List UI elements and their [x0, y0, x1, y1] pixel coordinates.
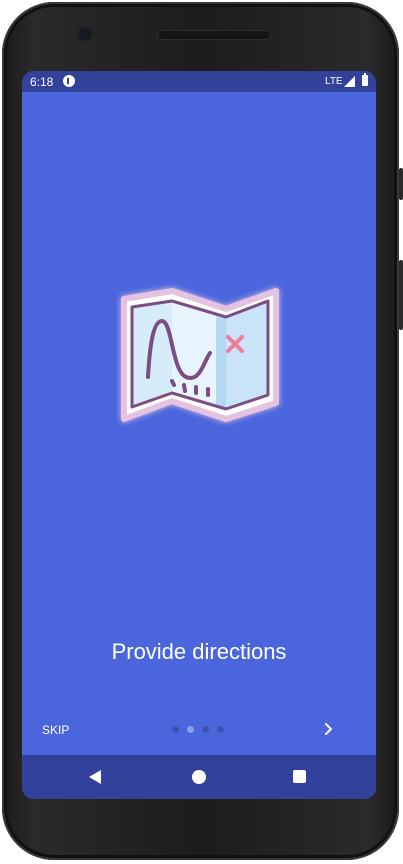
skip-button[interactable]: SKIP — [42, 720, 69, 740]
status-bar: 6:18 LTE — [22, 71, 376, 92]
page-dot-1 — [172, 726, 179, 733]
home-icon[interactable] — [192, 770, 206, 784]
back-icon[interactable] — [88, 769, 102, 785]
map-icon — [121, 288, 279, 422]
page-dot-2 — [187, 726, 194, 733]
signal-icon — [344, 76, 355, 87]
phone-frame: 6:18 LTE Provide directions SKIP — [0, 0, 403, 864]
page-dot-3 — [202, 726, 209, 733]
front-camera — [79, 28, 91, 40]
screen: 6:18 LTE Provide directions SKIP — [22, 71, 376, 799]
recents-icon[interactable] — [293, 770, 306, 783]
earpiece-speaker — [157, 30, 271, 40]
onboarding-title: Provide directions — [111, 639, 287, 664]
chevron-right-icon[interactable] — [318, 719, 338, 739]
power-button — [399, 168, 403, 200]
navigation-bar — [22, 755, 376, 799]
status-time: 6:18 — [30, 75, 54, 89]
page-dot-4 — [217, 726, 224, 733]
network-type: LTE — [325, 76, 343, 87]
battery-icon — [362, 73, 368, 86]
volume-button — [399, 260, 403, 330]
notification-icon — [63, 75, 75, 87]
